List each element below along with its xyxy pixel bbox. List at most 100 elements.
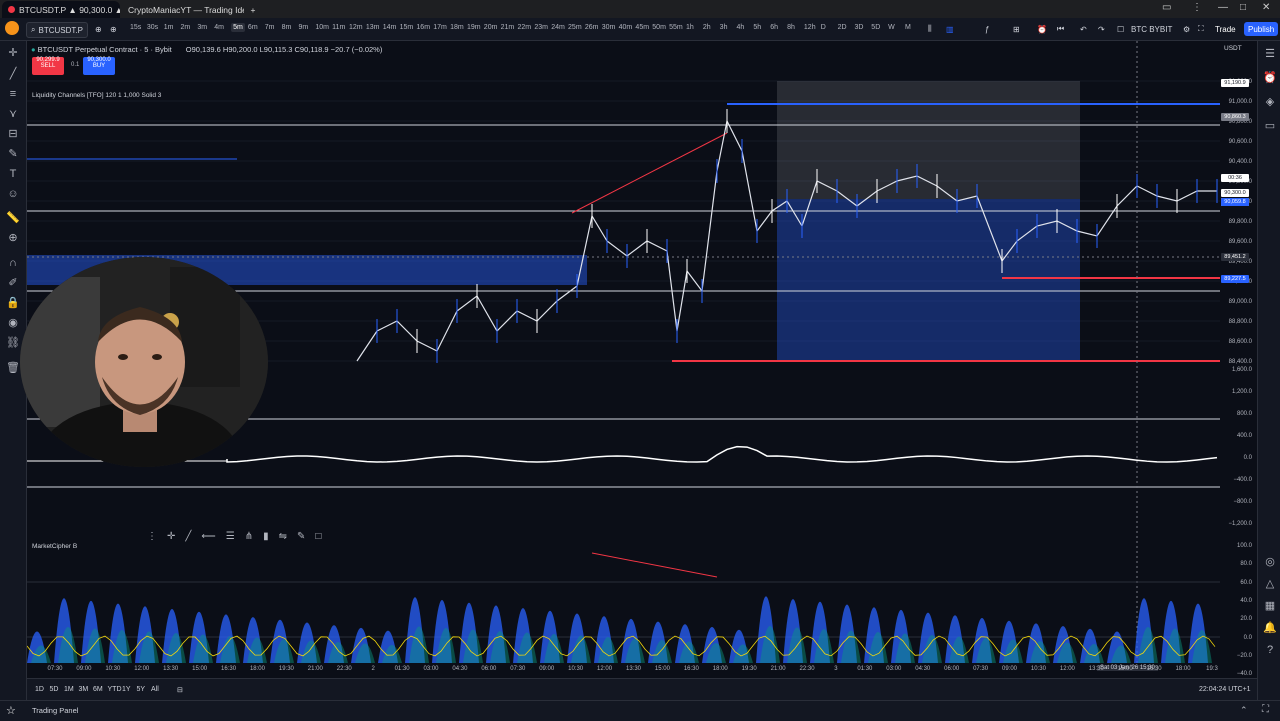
timeframe-21m[interactable]: 21m xyxy=(501,24,515,31)
ruler-icon[interactable]: 📏 xyxy=(6,211,20,225)
timeframe-14m[interactable]: 14m xyxy=(383,24,397,31)
brush-icon[interactable]: ✎ xyxy=(6,147,20,161)
timeframe-30s[interactable]: 30s xyxy=(147,24,158,31)
new-tab-button[interactable]: + xyxy=(246,1,260,18)
date-range-icon[interactable]: ⊟ xyxy=(177,686,183,694)
indicator-legend-liquidity[interactable]: Liquidity Channels [TFO] 120 1 1,000 Sol… xyxy=(32,92,161,99)
timeframe-15m[interactable]: 15m xyxy=(400,24,414,31)
clock-label[interactable]: 22:04:24 UTC+1 xyxy=(1199,686,1251,693)
watchlist-icon[interactable]: ☰ xyxy=(1263,47,1277,61)
timeframe-23m[interactable]: 23m xyxy=(534,24,548,31)
watchlist-checkbox-icon[interactable]: ☐ xyxy=(1117,22,1124,36)
timeframe-4m[interactable]: 4m xyxy=(214,24,224,31)
timeframe-45m[interactable]: 45m xyxy=(635,24,649,31)
add-symbol-icon[interactable]: ⊕ xyxy=(110,22,117,36)
zoom-icon[interactable]: ⊕ xyxy=(6,231,20,245)
timeframe-8h[interactable]: 8h xyxy=(787,24,795,31)
fullscreen-icon[interactable]: ⛶ xyxy=(1198,22,1204,36)
text-icon[interactable]: T xyxy=(6,167,20,181)
timeframe-15s[interactable]: 15s xyxy=(130,24,141,31)
target-icon[interactable]: ◎ xyxy=(1263,555,1277,569)
range-1D[interactable]: 1D xyxy=(35,686,44,693)
crosshair-icon[interactable]: ✛ xyxy=(167,531,175,542)
timeframe-20m[interactable]: 20m xyxy=(484,24,498,31)
price-scale[interactable]: USDT 91,200.091,000.090,800.090,600.090,… xyxy=(1220,41,1256,677)
timeframe-24m[interactable]: 24m xyxy=(551,24,565,31)
timeframe-55m[interactable]: 55m xyxy=(669,24,683,31)
long-position-icon[interactable]: ▮ xyxy=(263,531,269,542)
timeframe-1m[interactable]: 1m xyxy=(164,24,174,31)
range-5D[interactable]: 5D xyxy=(50,686,59,693)
browser-tab-ideas[interactable]: CryptoManiacYT — Trading Ideas a... ✕ xyxy=(122,1,244,18)
layout-icon[interactable]: ⊞ xyxy=(1013,22,1020,36)
timeframe-3m[interactable]: 3m xyxy=(197,24,207,31)
lock-icon[interactable]: 🔒 xyxy=(6,296,20,310)
pattern-icon[interactable]: ⇋ xyxy=(279,531,287,542)
profile-icon[interactable]: ▭ xyxy=(1162,2,1171,13)
timeframe-11m[interactable]: 11m xyxy=(332,24,345,31)
timeframe-10m[interactable]: 10m xyxy=(315,24,329,31)
timeframe-4h[interactable]: 4h xyxy=(737,24,745,31)
indicators-icon[interactable]: ƒ xyxy=(985,22,989,36)
timeframe-5D[interactable]: 5D xyxy=(871,24,880,31)
rectangle-icon[interactable]: □ xyxy=(315,531,321,542)
crosshair-icon[interactable]: ✛ xyxy=(6,46,20,60)
range-All[interactable]: All xyxy=(151,686,159,693)
timeframe-6h[interactable]: 6h xyxy=(770,24,778,31)
trendline-icon[interactable]: ╱ xyxy=(185,531,191,542)
timeframe-5m[interactable]: 5m xyxy=(231,23,245,32)
data-window-icon[interactable]: ◈ xyxy=(1263,95,1277,109)
chart-type-icon[interactable]: ⫼ xyxy=(928,22,932,36)
close-window-icon[interactable]: ✕ xyxy=(1262,2,1270,13)
timeframe-W[interactable]: W xyxy=(888,24,895,31)
calendar-icon[interactable]: ▦ xyxy=(1263,599,1277,613)
emoji-icon[interactable]: ☺ xyxy=(6,187,20,201)
timeframe-13m[interactable]: 13m xyxy=(366,24,380,31)
timeframe-3D[interactable]: 3D xyxy=(854,24,863,31)
help-icon[interactable]: ? xyxy=(1263,643,1277,657)
browser-tab-tradingview[interactable]: BTCUSDT.P ▲ 90,300.0 ▲ +0.36% ✕ xyxy=(2,1,120,18)
timeframe-3h[interactable]: 3h xyxy=(720,24,728,31)
trading-panel-tab[interactable]: Trading Panel xyxy=(32,706,78,715)
timeframe-30m[interactable]: 30m xyxy=(602,24,616,31)
collapse-panel-icon[interactable]: ⌃ xyxy=(1240,705,1248,716)
drag-handle-icon[interactable]: ⋮ xyxy=(147,531,157,542)
timeframe-7m[interactable]: 7m xyxy=(265,24,275,31)
range-YTD[interactable]: YTD xyxy=(108,686,122,693)
trade-button[interactable]: Trade xyxy=(1211,22,1240,36)
range-5Y[interactable]: 5Y xyxy=(137,686,146,693)
timeframe-8m[interactable]: 8m xyxy=(282,24,292,31)
range-3M[interactable]: 3M xyxy=(79,686,89,693)
pitchfork-icon[interactable]: ⋔ xyxy=(245,531,253,542)
replay-icon[interactable]: ⏮ xyxy=(1057,22,1064,36)
timeframe-1h[interactable]: 1h xyxy=(686,24,694,31)
time-axis[interactable]: 07:30 09:00 10:30 12:00 13:30 15:00 16:30 18:00… xyxy=(27,663,1220,677)
maximize-panel-icon[interactable]: ⛶ xyxy=(1262,704,1269,715)
maximize-icon[interactable]: □ xyxy=(1240,2,1246,13)
stay-drawing-icon[interactable]: ✐ xyxy=(6,276,20,290)
range-1M[interactable]: 1M xyxy=(64,686,74,693)
timeframe-2D[interactable]: 2D xyxy=(838,24,847,31)
pattern-icon[interactable]: ⋎ xyxy=(6,107,20,121)
exchange-label[interactable]: BTC BYBIT xyxy=(1131,22,1172,36)
triangle-icon[interactable]: △ xyxy=(1263,577,1277,591)
candles-icon[interactable]: ▥ xyxy=(946,22,954,36)
brush-icon[interactable]: ✎ xyxy=(297,531,305,542)
timeframe-16m[interactable]: 16m xyxy=(416,24,430,31)
alerts-icon[interactable]: ⏰ xyxy=(1263,71,1277,85)
timeframe-6m[interactable]: 6m xyxy=(248,24,258,31)
compare-icon[interactable]: ⊕ xyxy=(95,22,102,36)
avatar[interactable] xyxy=(5,21,19,35)
trash-icon[interactable]: 🗑 xyxy=(6,361,20,375)
currency-label[interactable]: USDT xyxy=(1224,45,1242,52)
timeframe-17m[interactable]: 17m xyxy=(433,24,447,31)
timeframe-9m[interactable]: 9m xyxy=(298,24,308,31)
range-1Y[interactable]: 1Y xyxy=(122,686,131,693)
symbol-search-button[interactable]: ⌕ BTCUSDT.P xyxy=(26,22,88,38)
redo-icon[interactable]: ↷ xyxy=(1098,22,1105,36)
timeframe-19m[interactable]: 19m xyxy=(467,24,481,31)
sell-button[interactable]: 90,299.9 SELL xyxy=(32,57,64,75)
link-icon[interactable]: ⛓ xyxy=(6,336,20,350)
undo-icon[interactable]: ↶ xyxy=(1080,22,1087,36)
menu-icon[interactable]: ⋮ xyxy=(1192,2,1202,13)
